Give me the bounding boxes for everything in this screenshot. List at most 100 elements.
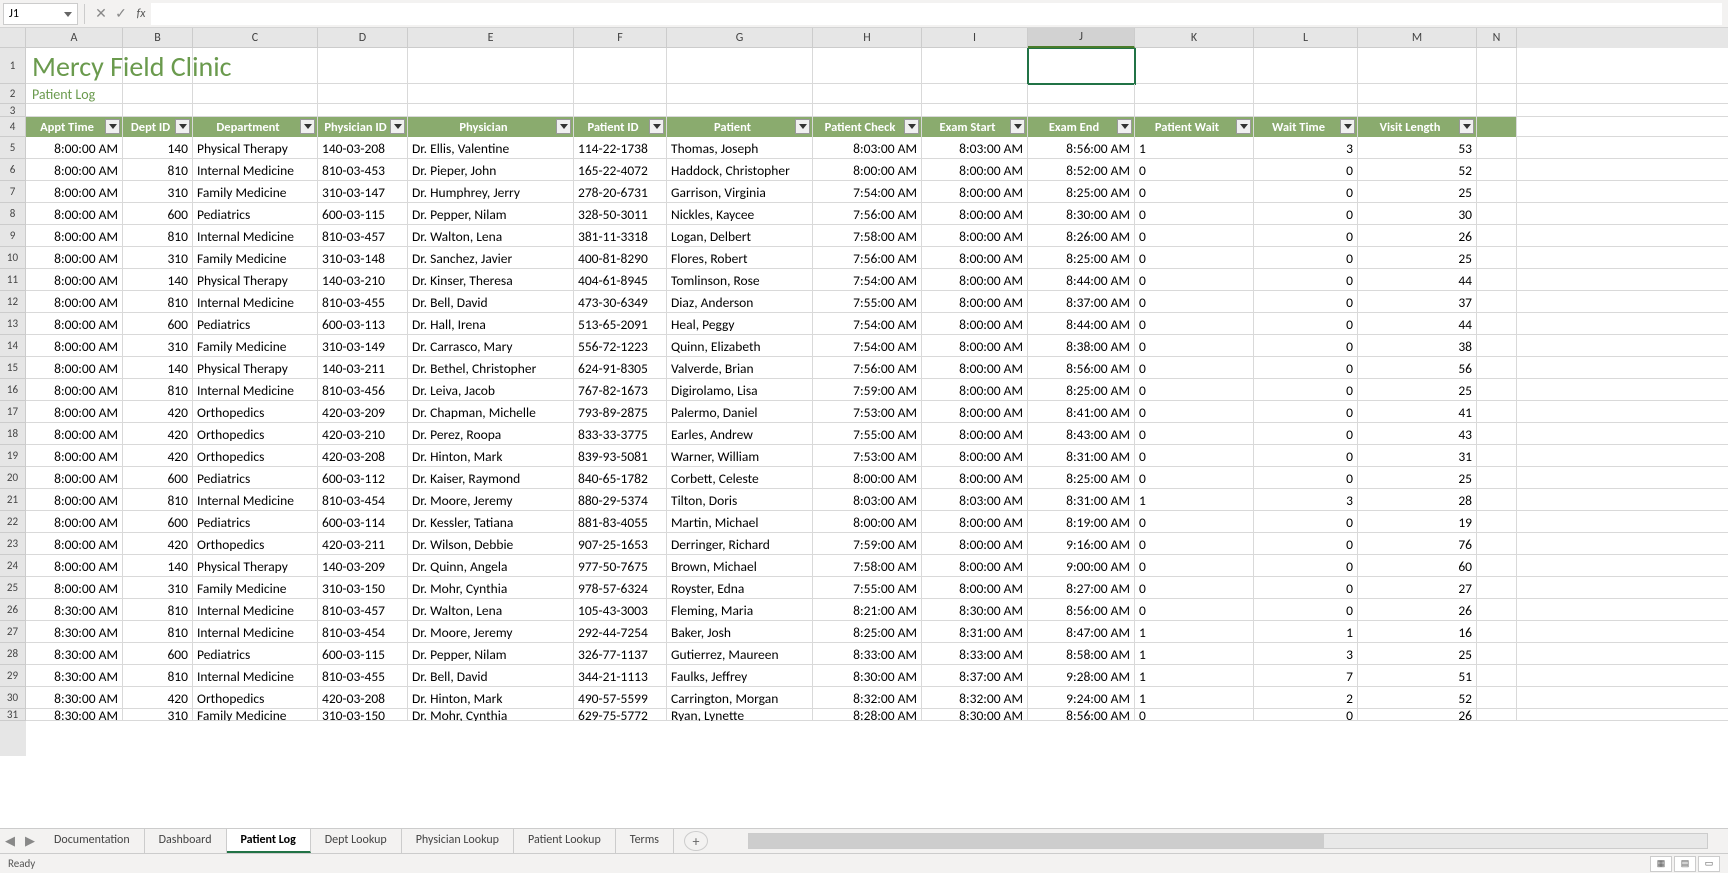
cell[interactable] [1477, 621, 1517, 643]
table-header[interactable]: Patient Wait [1135, 117, 1254, 137]
table-cell[interactable]: 8:47:00 AM [1028, 621, 1135, 643]
table-cell[interactable]: 810 [123, 225, 193, 247]
table-cell[interactable]: Internal Medicine [193, 599, 318, 621]
table-cell[interactable]: 310-03-148 [318, 247, 408, 269]
table-cell[interactable]: 0 [1254, 335, 1358, 357]
column-header-N[interactable]: N [1477, 28, 1517, 48]
new-sheet-button[interactable]: + [684, 831, 708, 851]
row-header-2[interactable]: 2 [0, 84, 26, 104]
table-cell[interactable]: 8:25:00 AM [813, 621, 922, 643]
table-header[interactable]: Wait Time [1254, 117, 1358, 137]
table-cell[interactable]: 8:30:00 AM [26, 709, 123, 721]
cell[interactable] [1135, 84, 1254, 104]
table-cell[interactable]: 7:56:00 AM [813, 203, 922, 225]
cell[interactable] [667, 48, 813, 84]
cell[interactable] [922, 48, 1028, 84]
filter-dropdown-icon[interactable] [300, 119, 315, 134]
table-cell[interactable]: 810-03-456 [318, 379, 408, 401]
table-cell[interactable]: 8:26:00 AM [1028, 225, 1135, 247]
table-cell[interactable]: 8:00:00 AM [922, 291, 1028, 313]
horizontal-scroll-thumb[interactable] [749, 834, 1324, 848]
table-cell[interactable]: 0 [1135, 247, 1254, 269]
table-cell[interactable]: Baker, Josh [667, 621, 813, 643]
table-cell[interactable]: 8:00:00 AM [26, 423, 123, 445]
table-cell[interactable]: Heal, Peggy [667, 313, 813, 335]
table-cell[interactable]: 76 [1358, 533, 1477, 555]
table-cell[interactable]: Internal Medicine [193, 291, 318, 313]
table-cell[interactable]: 810 [123, 665, 193, 687]
table-cell[interactable]: 16 [1358, 621, 1477, 643]
view-normal-button[interactable]: ▦ [1650, 856, 1672, 872]
table-cell[interactable]: 0 [1135, 401, 1254, 423]
cell[interactable] [574, 104, 667, 117]
table-cell[interactable]: 0 [1254, 577, 1358, 599]
table-cell[interactable]: Dr. Kinser, Theresa [408, 269, 574, 291]
table-cell[interactable]: 600-03-114 [318, 511, 408, 533]
table-cell[interactable]: Dr. Wilson, Debbie [408, 533, 574, 555]
table-cell[interactable]: 420-03-211 [318, 533, 408, 555]
table-cell[interactable]: 60 [1358, 555, 1477, 577]
table-cell[interactable]: 8:00:00 AM [922, 423, 1028, 445]
table-cell[interactable]: Diaz, Anderson [667, 291, 813, 313]
row-header-11[interactable]: 11 [0, 269, 26, 291]
table-cell[interactable]: 8:00:00 AM [922, 203, 1028, 225]
table-cell[interactable]: 8:30:00 AM [26, 687, 123, 709]
table-cell[interactable]: 0 [1254, 709, 1358, 721]
cell[interactable] [1477, 159, 1517, 181]
table-cell[interactable]: 381-11-3318 [574, 225, 667, 247]
table-cell[interactable]: Royster, Edna [667, 577, 813, 599]
table-cell[interactable]: 624-91-8305 [574, 357, 667, 379]
table-cell[interactable]: 7:56:00 AM [813, 247, 922, 269]
table-cell[interactable]: 907-25-1653 [574, 533, 667, 555]
table-cell[interactable]: Dr. Kaiser, Raymond [408, 467, 574, 489]
table-cell[interactable]: 0 [1254, 445, 1358, 467]
table-cell[interactable]: Dr. Hall, Irena [408, 313, 574, 335]
table-cell[interactable]: 7:54:00 AM [813, 181, 922, 203]
insert-function-button[interactable]: fx [131, 3, 151, 25]
cell[interactable] [574, 84, 667, 104]
row-header-17[interactable]: 17 [0, 401, 26, 423]
table-cell[interactable]: 8:30:00 AM [26, 643, 123, 665]
table-cell[interactable]: Orthopedics [193, 401, 318, 423]
cell[interactable] [408, 48, 574, 84]
cell[interactable] [1358, 48, 1477, 84]
table-cell[interactable]: 8:00:00 AM [922, 533, 1028, 555]
table-cell[interactable]: Internal Medicine [193, 665, 318, 687]
cell[interactable] [1477, 687, 1517, 709]
column-header-H[interactable]: H [813, 28, 922, 48]
table-cell[interactable]: 1 [1135, 621, 1254, 643]
table-cell[interactable]: 140-03-211 [318, 357, 408, 379]
sheet-tab[interactable]: Dept Lookup [311, 829, 402, 853]
table-cell[interactable]: 8:38:00 AM [1028, 335, 1135, 357]
column-header-J[interactable]: J [1028, 28, 1135, 48]
grid-body[interactable]: Mercy Field ClinicPatient LogAppt TimeDe… [26, 48, 1728, 756]
row-header-18[interactable]: 18 [0, 423, 26, 445]
table-cell[interactable]: 8:03:00 AM [813, 137, 922, 159]
table-cell[interactable]: 556-72-1223 [574, 335, 667, 357]
cell[interactable] [318, 84, 408, 104]
name-box-dropdown-icon[interactable] [64, 10, 72, 18]
table-cell[interactable]: 7:53:00 AM [813, 401, 922, 423]
table-cell[interactable]: Family Medicine [193, 247, 318, 269]
table-cell[interactable]: 810-03-457 [318, 225, 408, 247]
table-cell[interactable]: 8:31:00 AM [1028, 489, 1135, 511]
table-cell[interactable]: 8:44:00 AM [1028, 269, 1135, 291]
table-cell[interactable]: 8:33:00 AM [813, 643, 922, 665]
table-cell[interactable]: 8:32:00 AM [813, 687, 922, 709]
table-cell[interactable]: 0 [1254, 291, 1358, 313]
table-cell[interactable]: Physical Therapy [193, 555, 318, 577]
table-cell[interactable]: 8:00:00 AM [26, 313, 123, 335]
table-cell[interactable]: 43 [1358, 423, 1477, 445]
table-cell[interactable]: 977-50-7675 [574, 555, 667, 577]
table-cell[interactable]: 1 [1135, 687, 1254, 709]
filter-dropdown-icon[interactable] [556, 119, 571, 134]
table-cell[interactable]: 0 [1135, 533, 1254, 555]
row-header-6[interactable]: 6 [0, 159, 26, 181]
table-cell[interactable]: Corbett, Celeste [667, 467, 813, 489]
table-cell[interactable]: 8:00:00 AM [922, 511, 1028, 533]
cell[interactable] [1477, 137, 1517, 159]
cell[interactable] [813, 84, 922, 104]
table-cell[interactable]: 105-43-3003 [574, 599, 667, 621]
table-cell[interactable]: 292-44-7254 [574, 621, 667, 643]
table-cell[interactable]: 513-65-2091 [574, 313, 667, 335]
